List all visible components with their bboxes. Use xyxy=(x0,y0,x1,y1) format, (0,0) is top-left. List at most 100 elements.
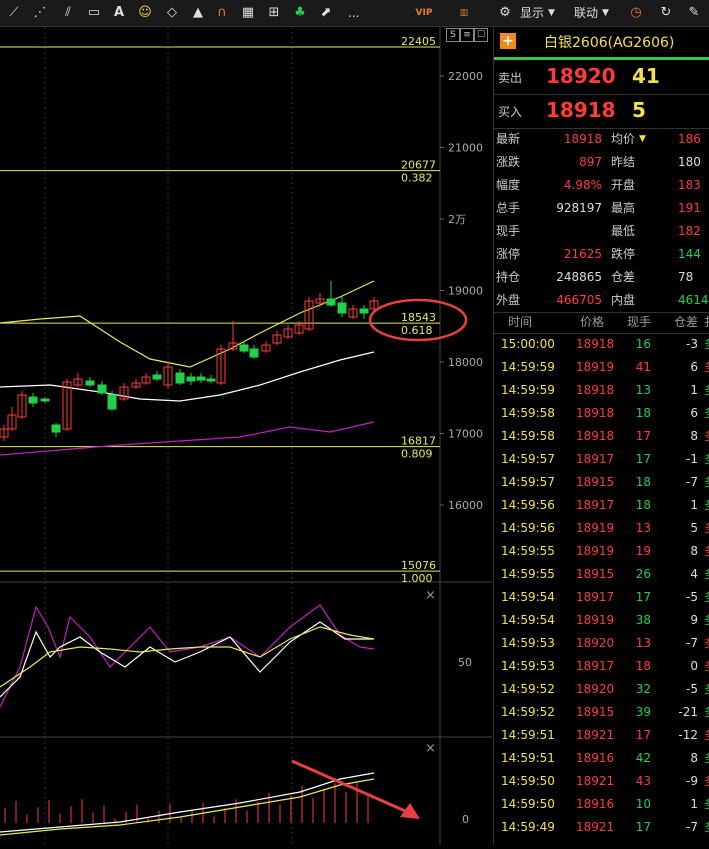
tick-time: 14:59:53 xyxy=(501,659,555,673)
panel-btn-s[interactable]: S xyxy=(446,28,460,42)
tick-volume: 17 xyxy=(635,452,651,466)
tick-row[interactable]: 14:59:51 18921 17 -12 多 xyxy=(494,724,709,747)
vip-chart-icon[interactable]: ▥ xyxy=(454,3,474,23)
tick-row[interactable]: 14:59:55 18919 19 8多 xyxy=(494,540,709,563)
tick-row[interactable]: 14:59:57 18915 18 -7 多 xyxy=(494,471,709,494)
tick-type-mark: 多 xyxy=(704,724,709,747)
tick-row[interactable]: 14:59:51 18916 42 8多 xyxy=(494,747,709,770)
tick-price: 18917 xyxy=(576,590,615,604)
tick-type-mark: 多 xyxy=(704,563,709,586)
export-icon[interactable]: ⬈ xyxy=(316,3,336,23)
tick-row[interactable]: 14:59:52 18915 39 -21 多 xyxy=(494,701,709,724)
tick-oi-change: -7 xyxy=(686,636,698,650)
tick-row[interactable]: 14:59:52 18920 32 -5 多 xyxy=(494,678,709,701)
tick-time: 14:59:54 xyxy=(501,613,555,627)
tick-oi-change: -1 xyxy=(686,452,698,466)
vip-badge-icon[interactable]: VIP xyxy=(414,3,434,23)
clock-icon[interactable]: ◷ xyxy=(626,3,646,23)
cross-icon[interactable]: ⊞ xyxy=(264,3,284,23)
add-icon[interactable]: + xyxy=(500,33,516,49)
price-tick-label: 22000 xyxy=(448,70,483,83)
stat-value: 4614 xyxy=(678,293,709,307)
candle-body xyxy=(152,374,162,380)
tick-type-mark: 多 xyxy=(704,333,709,356)
price-tick-label: 18000 xyxy=(448,356,483,369)
candle-body xyxy=(359,308,369,314)
link-menu[interactable]: 联动 xyxy=(574,4,598,22)
price-tick-label: 16000 xyxy=(448,499,483,512)
tick-row[interactable]: 14:59:59 18919 41 6多 xyxy=(494,356,709,379)
stat-value: 4.98% xyxy=(563,178,602,192)
fib-ratio-label: 0.809 xyxy=(401,448,433,461)
tick-time: 14:59:55 xyxy=(501,567,555,581)
tick-price: 18917 xyxy=(576,659,615,673)
pen-icon[interactable]: ✎ xyxy=(684,3,704,23)
stat-row: 外盘 466705 内盘 4614 xyxy=(494,289,709,312)
tick-oi-change: 5 xyxy=(690,521,698,535)
tick-row[interactable]: 14:59:58 18918 17 8多 xyxy=(494,425,709,448)
display-menu[interactable]: 显示 xyxy=(520,4,544,22)
tick-volume: 16 xyxy=(635,337,651,351)
tick-price: 18921 xyxy=(576,820,615,834)
settings-icon[interactable]: ⚙ xyxy=(495,3,515,23)
tick-price: 18918 xyxy=(576,337,615,351)
kline-chart[interactable]: × × 22000 21000 2万 19000 18000 17000 16000 22405 2… xyxy=(0,27,492,845)
tick-price: 18919 xyxy=(576,544,615,558)
candle-body xyxy=(51,424,61,433)
alert-icon[interactable]: ▲ xyxy=(188,3,208,23)
stat-row: 涨停 21625 跌停 144 xyxy=(494,243,709,266)
tick-volume: 13 xyxy=(635,521,651,535)
tick-row[interactable]: 14:59:53 18920 13 -7 多 xyxy=(494,632,709,655)
refresh-icon[interactable]: ↻ xyxy=(656,3,676,23)
tick-list[interactable]: 15:00:001891816-3多14:59:5918919416多14:59… xyxy=(494,333,709,845)
fib-ratio-label: 0.618 xyxy=(401,324,433,337)
stat-label: 开盘 xyxy=(611,178,636,192)
tick-row[interactable]: 14:59:58 18918 18 6多 xyxy=(494,402,709,425)
stat-label: 幅度 xyxy=(496,178,521,192)
tick-row[interactable]: 14:59:56 18917 18 1多 xyxy=(494,494,709,517)
more-button[interactable]: ... xyxy=(348,4,359,22)
tick-row[interactable]: 14:59:54 18919 38 9多 xyxy=(494,609,709,632)
stat-row: 最新 18918 均价 ▼ 186 xyxy=(494,128,709,151)
tick-col-time: 时间 xyxy=(508,315,533,329)
tick-row[interactable]: 15:00:00 18918 16 -3 多 xyxy=(494,333,709,356)
stat-value: 180 xyxy=(678,155,701,169)
tick-time: 14:59:58 xyxy=(501,406,555,420)
stat-row: 涨跌 897 昨结 180 xyxy=(494,151,709,174)
display-dropdown-icon[interactable]: ▼ xyxy=(548,4,555,22)
tick-row[interactable]: 14:59:55 18915 26 4多 xyxy=(494,563,709,586)
kline-chart-area[interactable]: × × 22000 21000 2万 19000 18000 17000 16000 22405 2… xyxy=(0,27,492,845)
tick-oi-change: 1 xyxy=(690,498,698,512)
panel-btn-window[interactable]: ☐ xyxy=(474,28,488,42)
tick-row[interactable]: 14:59:50 18916 10 1多 xyxy=(494,793,709,816)
ruler-icon[interactable]: ▭ xyxy=(84,3,104,23)
magnet-icon[interactable]: ∩ xyxy=(212,3,232,23)
tick-volume: 43 xyxy=(635,774,651,788)
tick-row[interactable]: 14:59:59 18918 13 1多 xyxy=(494,379,709,402)
tick-row[interactable]: 14:59:57 18917 17 -1 多 xyxy=(494,448,709,471)
fan-tool-icon[interactable]: ⋰ xyxy=(30,3,50,23)
tick-price: 18919 xyxy=(576,360,615,374)
cluster-icon[interactable]: ♣ xyxy=(290,3,310,23)
line-tool-icon[interactable]: ⟋ xyxy=(4,3,24,23)
candle-body xyxy=(28,396,38,404)
panel-btn-menu[interactable]: ≡ xyxy=(460,28,474,42)
close-icon: × xyxy=(425,588,436,603)
tick-row[interactable]: 14:59:50 18921 43 -9 多 xyxy=(494,770,709,793)
text-tool-icon[interactable]: A xyxy=(109,3,129,23)
stat-label: 内盘 xyxy=(611,293,636,307)
tick-price: 18917 xyxy=(576,498,615,512)
link-dropdown-icon[interactable]: ▼ xyxy=(602,4,609,22)
tick-row[interactable]: 14:59:53 18917 18 0多 xyxy=(494,655,709,678)
tick-row[interactable]: 14:59:56 18919 13 5多 xyxy=(494,517,709,540)
tick-type-mark: 多 xyxy=(704,448,709,471)
tick-row[interactable]: 14:59:49 18921 17 -7 多 xyxy=(494,816,709,839)
fib-tool-icon[interactable]: ⫽ xyxy=(58,3,78,23)
tick-time: 14:59:54 xyxy=(501,590,555,604)
tick-oi-change: -21 xyxy=(678,705,698,719)
eraser-icon[interactable]: ◇ xyxy=(162,3,182,23)
emoji-icon[interactable]: ☺ xyxy=(135,3,155,23)
tick-time: 14:59:49 xyxy=(501,820,555,834)
grid-icon[interactable]: ▦ xyxy=(238,3,258,23)
tick-row[interactable]: 14:59:54 18917 17 -5 多 xyxy=(494,586,709,609)
